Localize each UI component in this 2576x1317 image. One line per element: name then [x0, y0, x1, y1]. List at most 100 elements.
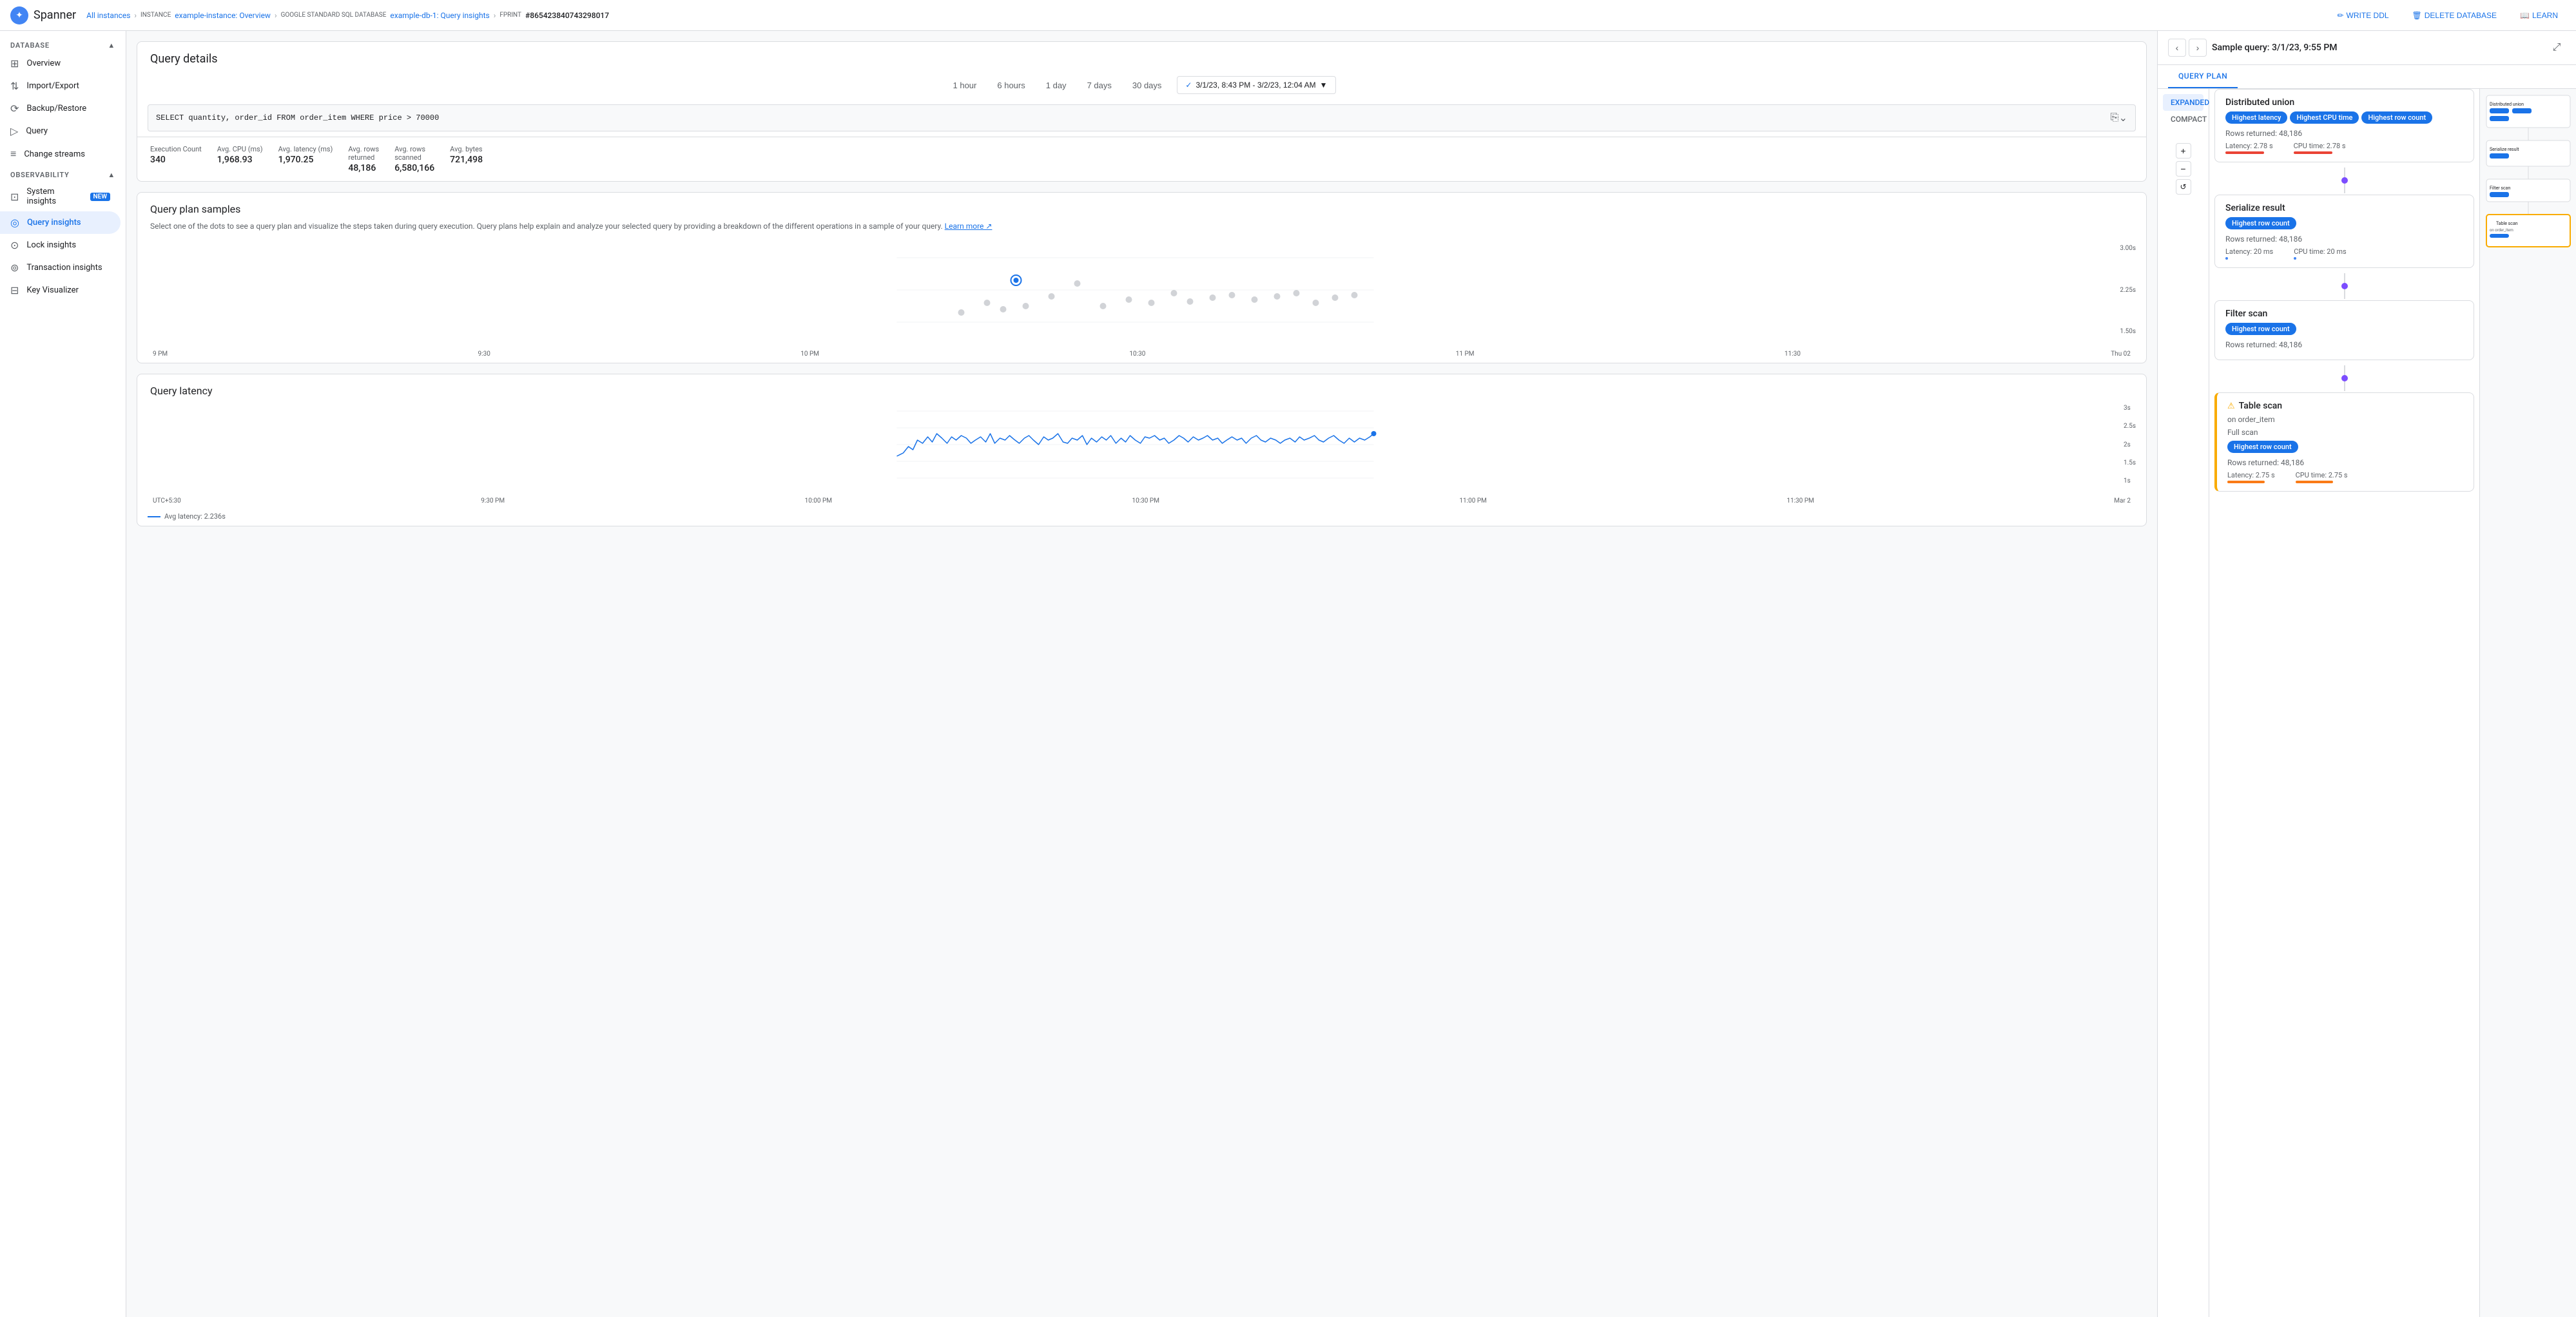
du-latency-bar [2225, 151, 2264, 154]
key-visualizer-icon: ⊟ [10, 284, 19, 296]
zoom-in-button[interactable]: + [2176, 143, 2191, 159]
latency-y-labels: 3s 2.5s 2s 1.5s 1s [2124, 405, 2136, 485]
query-plan-samples-title: Query plan samples [137, 193, 2146, 218]
table-scan-badges: Highest row count [2227, 441, 2463, 453]
zoom-out-button[interactable]: − [2176, 161, 2191, 177]
svg-text:on order_item: on order_item [2490, 228, 2513, 233]
observability-section-title[interactable]: OBSERVABILITY ▲ [0, 166, 126, 182]
du-cpu: CPU time: 2.78 s [2294, 142, 2346, 154]
tab-query-plan[interactable]: QUERY PLAN [2168, 65, 2238, 88]
sr-latency: Latency: 20 ms [2225, 247, 2273, 260]
main-panel: Query details 1 hour 6 hours 1 day 7 day… [126, 31, 2157, 1317]
ts-cpu: CPU time: 2.75 s [2296, 471, 2348, 483]
subtab-expanded[interactable]: EXPANDED [2163, 94, 2203, 111]
plan-sidebar: EXPANDED COMPACT + − ↺ [2158, 89, 2209, 1317]
distributed-union-badges: Highest latency Highest CPU time Highest… [2225, 111, 2463, 124]
sidebar-item-key-visualizer[interactable]: ⊟ Key Visualizer [0, 279, 121, 302]
right-panel-tabs: QUERY PLAN [2158, 65, 2576, 89]
time-range-picker[interactable]: ✓ 3/1/23, 8:43 PM - 3/2/23, 12:04 AM ▼ [1177, 76, 1335, 94]
plan-node-distributed-union: Distributed union Highest latency Highes… [2214, 89, 2474, 162]
scatter-y-labels: 3.00s 2.25s 1.50s [2120, 245, 2136, 335]
right-panel-title: Sample query: 3/1/23, 9:55 PM [2212, 43, 2542, 53]
breadcrumb-database[interactable]: example-db-1: Query insights [390, 11, 489, 20]
learn-more-link[interactable]: Learn more ↗ [945, 222, 993, 231]
stat-execution-count: Execution Count 340 [150, 145, 202, 173]
ts-latency: Latency: 2.75 s [2227, 471, 2275, 483]
connector-dot-3 [2341, 375, 2348, 381]
expand-panel-button[interactable]: ⤢ [2548, 39, 2566, 57]
write-ddl-button[interactable]: ✏ WRITE DDL [2329, 7, 2396, 24]
sidebar-item-overview[interactable]: ⊞ Overview [0, 52, 121, 75]
transaction-insights-icon: ⊚ [10, 262, 19, 274]
connector-dot-2 [2341, 283, 2348, 289]
database-section-title[interactable]: DATABASE ▲ [0, 36, 126, 52]
time-btn-7d[interactable]: 7 days [1082, 78, 1117, 93]
app-logo[interactable]: ✦ Spanner [10, 6, 76, 24]
badge-sr-highest-row[interactable]: Highest row count [2225, 217, 2296, 229]
lock-insights-icon: ⊙ [10, 239, 19, 251]
prev-sample-button[interactable]: ‹ [2168, 39, 2186, 57]
sidebar-item-import-export[interactable]: ⇅ Import/Export [0, 75, 121, 97]
sidebar-item-change-streams[interactable]: ≡ Change streams [0, 142, 121, 166]
sidebar-item-query[interactable]: ▷ Query [0, 120, 121, 142]
scatter-chart[interactable] [148, 245, 2136, 348]
query-latency-title: Query latency [137, 374, 2146, 399]
query-insights-icon: ◎ [10, 216, 19, 229]
time-btn-1h[interactable]: 1 hour [948, 78, 982, 93]
breadcrumb-all-instances[interactable]: All instances [86, 11, 130, 20]
sr-latency-bar [2225, 257, 2228, 260]
connector-2 [2214, 273, 2474, 299]
latency-chart-container[interactable]: 3s 2.5s 2s 1.5s 1s UTC+5:30 9:30 PM 10:0… [137, 399, 2146, 510]
query-plan-samples-card: Query plan samples Select one of the dot… [137, 192, 2147, 363]
query-details-card: Query details 1 hour 6 hours 1 day 7 day… [137, 41, 2147, 182]
sidebar-item-query-insights[interactable]: ◎ Query insights [0, 211, 121, 234]
ts-rows-returned: Rows returned: 48,186 [2227, 458, 2463, 467]
content-area: Query details 1 hour 6 hours 1 day 7 day… [126, 31, 2576, 1317]
du-rows-returned: Rows returned: 48,186 [2225, 129, 2463, 138]
stats-row: Execution Count 340 Avg. CPU (ms) 1,968.… [137, 137, 2146, 181]
reset-zoom-button[interactable]: ↺ [2176, 179, 2191, 195]
badge-fs-highest-row[interactable]: Highest row count [2225, 323, 2296, 335]
expand-query-button[interactable]: ⌄ [2119, 111, 2127, 124]
breadcrumb-instance[interactable]: example-instance: Overview [175, 11, 271, 20]
minimap-svg: Distributed union Serialize result Filte… [2480, 89, 2576, 282]
change-streams-icon: ≡ [10, 148, 16, 160]
plan-nodes-container: Distributed union Highest latency Highes… [2209, 89, 2479, 1317]
svg-text:Serialize result: Serialize result [2490, 147, 2519, 152]
sidebar-item-lock-insights[interactable]: ⊙ Lock insights [0, 234, 121, 256]
breadcrumb-fprint: #865423840743298017 [525, 11, 609, 20]
time-btn-1d[interactable]: 1 day [1041, 78, 1072, 93]
dropdown-icon: ▼ [1320, 81, 1328, 90]
delete-database-button[interactable]: 🗑 DELETE DATABASE [2405, 7, 2505, 24]
main-layout: DATABASE ▲ ⊞ Overview ⇅ Import/Export ⟳ … [0, 31, 2576, 1317]
du-cpu-bar [2294, 151, 2332, 154]
stat-avg-rows-returned: Avg. rowsreturned 48,186 [348, 145, 379, 173]
fs-rows-returned: Rows returned: 48,186 [2225, 340, 2463, 349]
time-btn-30d[interactable]: 30 days [1127, 78, 1167, 93]
next-sample-button[interactable]: › [2189, 39, 2207, 57]
check-icon: ✓ [1185, 81, 1192, 90]
sidebar-item-backup-restore[interactable]: ⟳ Backup/Restore [0, 97, 121, 120]
breadcrumb: All instances › INSTANCE example-instanc… [86, 11, 2329, 20]
badge-highest-cpu[interactable]: Highest CPU time [2290, 111, 2359, 124]
badge-highest-row[interactable]: Highest row count [2361, 111, 2432, 124]
right-panel-body: EXPANDED COMPACT + − ↺ Distributed union… [2158, 89, 2576, 1317]
svg-text:Filter scan: Filter scan [2490, 186, 2510, 191]
right-panel-header: ‹ › Sample query: 3/1/23, 9:55 PM ⤢ [2158, 31, 2576, 65]
sidebar-item-transaction-insights[interactable]: ⊚ Transaction insights [0, 256, 121, 279]
badge-highest-latency[interactable]: Highest latency [2225, 111, 2287, 124]
right-panel-nav: ‹ › [2168, 39, 2207, 57]
svg-text:Distributed union: Distributed union [2490, 102, 2524, 107]
subtab-compact[interactable]: COMPACT [2163, 111, 2203, 128]
learn-button[interactable]: 📖 LEARN [2512, 7, 2566, 24]
badge-ts-highest-row[interactable]: Highest row count [2227, 441, 2298, 453]
connector-dot-1 [2341, 177, 2348, 184]
copy-query-button[interactable]: ⎘ [2111, 112, 2119, 124]
scatter-x-labels: 9 PM 9:30 10 PM 10:30 11 PM 11:30 Thu 02 [148, 348, 2136, 358]
time-btn-6h[interactable]: 6 hours [992, 78, 1030, 93]
sidebar-item-system-insights[interactable]: ⊡ System insights NEW [0, 182, 121, 211]
minimap-container: Distributed union Serialize result Filte… [2479, 89, 2576, 1317]
book-icon: 📖 [2520, 11, 2530, 20]
time-filters: 1 hour 6 hours 1 day 7 days 30 days ✓ 3/… [137, 71, 2146, 99]
query-details-title: Query details [137, 42, 2146, 71]
